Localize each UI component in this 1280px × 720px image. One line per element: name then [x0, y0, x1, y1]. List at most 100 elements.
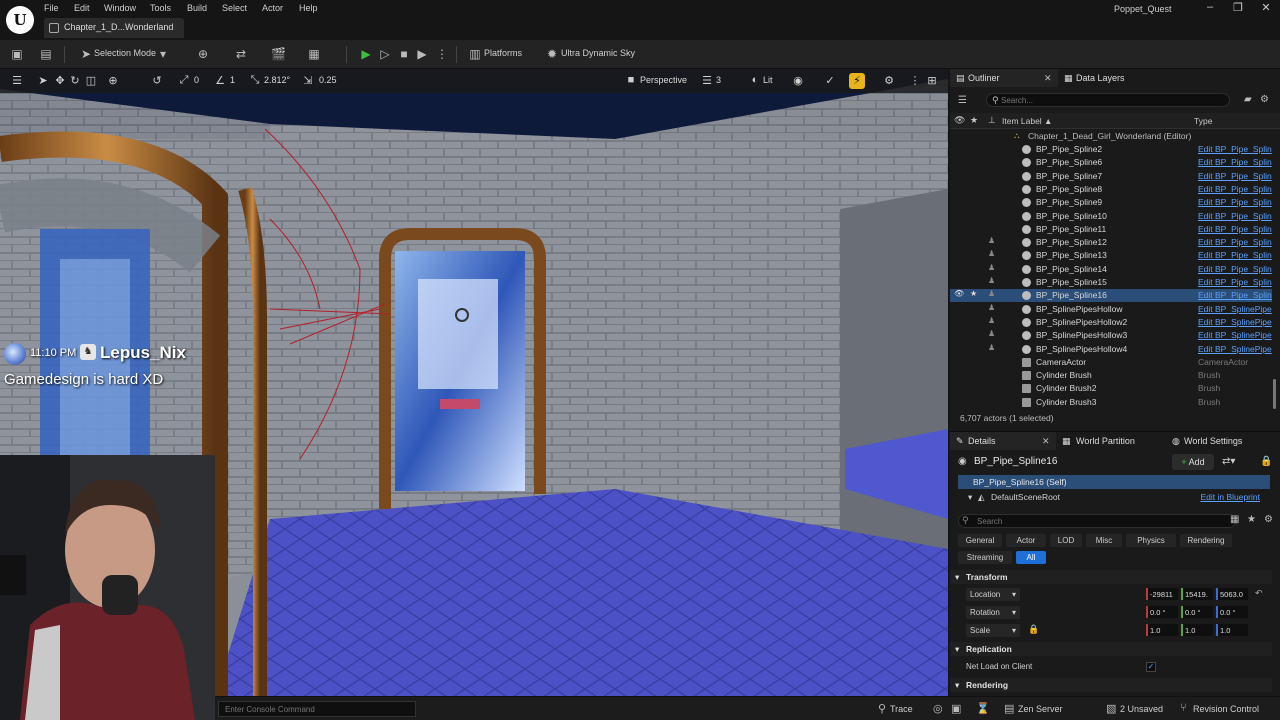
derived-data-icon[interactable]: ⌛ — [976, 702, 990, 715]
expand-arrow-icon[interactable]: ▾ — [955, 572, 959, 583]
edit-blueprint-link[interactable]: Edit BP_Pipe_Splin — [1198, 197, 1272, 207]
rotate-tool-icon[interactable]: ↻ — [68, 74, 82, 87]
filter-general[interactable]: General — [958, 534, 1002, 547]
grid-snap-value[interactable]: 0 — [194, 75, 199, 85]
edit-blueprint-link[interactable]: Edit BP_Pipe_Splin — [1198, 237, 1272, 247]
rendering-category[interactable]: ▾ Rendering — [950, 678, 1272, 692]
close-icon[interactable]: ✕ — [1044, 73, 1052, 84]
build-icon[interactable]: ▦ — [307, 47, 321, 61]
realtime-icon[interactable]: ✓ — [823, 74, 837, 87]
outliner-row[interactable]: BP_Pipe_Spline6 Edit BP_Pipe_Splin — [950, 156, 1272, 169]
menu-help[interactable]: Help — [299, 3, 318, 13]
menu-actor[interactable]: Actor — [262, 3, 283, 13]
show-flags-icon[interactable]: ◉ — [791, 74, 805, 87]
outliner-row[interactable]: CameraActor CameraActor — [950, 356, 1272, 369]
filter-streaming[interactable]: Streaming — [958, 551, 1012, 564]
more-options-icon[interactable]: ⋮ — [435, 47, 449, 61]
scale-snap-icon[interactable]: ⤡ — [248, 74, 262, 87]
outliner-search-input[interactable] — [986, 93, 1230, 107]
location-y-field[interactable]: 15419. — [1181, 588, 1213, 600]
scale-tool-icon[interactable]: ◫ — [84, 74, 98, 87]
edit-blueprint-link[interactable]: Edit BP_Pipe_Splin — [1198, 211, 1272, 221]
tab-data-layers[interactable]: ▦ Data Layers — [1060, 69, 1160, 87]
menu-edit[interactable]: Edit — [74, 3, 90, 13]
minimize-icon[interactable]: – — [1202, 1, 1218, 13]
outliner-row[interactable]: Cylinder Brush Brush — [950, 369, 1272, 382]
outliner-row[interactable]: ♟ BP_Pipe_Spline15 Edit BP_Pipe_Splin — [950, 276, 1272, 289]
maximize-icon[interactable]: ❐ — [1230, 1, 1246, 14]
outliner-row[interactable]: ♟ BP_Pipe_Spline12 Edit BP_Pipe_Splin — [950, 236, 1272, 249]
blueprint-options-icon[interactable]: ⇄▾ — [1222, 456, 1235, 467]
menu-window[interactable]: Window — [104, 3, 136, 13]
trace-button[interactable]: Trace — [890, 704, 913, 714]
visibility-column-icon[interactable]: 👁 — [954, 115, 965, 126]
pin-icon[interactable]: ♟ — [988, 289, 995, 298]
unsaved-button[interactable]: 2 Unsaved — [1120, 704, 1163, 714]
record-icon[interactable]: ◎ — [933, 702, 943, 715]
surface-snap-icon[interactable]: ↺ — [150, 74, 164, 87]
edit-blueprint-link[interactable]: Edit BP_Pipe_Splin — [1198, 250, 1272, 260]
close-icon[interactable]: ✕ — [1042, 436, 1050, 447]
outliner-row[interactable]: BP_Pipe_Spline8 Edit BP_Pipe_Splin — [950, 183, 1272, 196]
viewport-layout-icon[interactable]: ⊞ — [925, 74, 939, 87]
filter-lod[interactable]: LOD — [1050, 534, 1082, 547]
expand-arrow-icon[interactable]: ▾ — [955, 644, 959, 655]
location-z-field[interactable]: 5063.0 — [1216, 588, 1248, 600]
rotation-z-field[interactable]: 0.0 ° — [1216, 606, 1248, 618]
layers-icon[interactable]: ☰ — [700, 74, 714, 87]
favorites-icon[interactable]: ★ — [1247, 514, 1256, 525]
edit-blueprint-link[interactable]: Edit BP_Pipe_Splin — [1198, 171, 1272, 181]
outliner-scrollbar[interactable] — [1273, 379, 1276, 409]
scale-snap-value[interactable]: 2.812° — [264, 75, 290, 85]
viewport-settings-icon[interactable]: ⚙ — [882, 74, 896, 87]
ultra-dynamic-sky-button[interactable]: Ultra Dynamic Sky — [561, 48, 635, 58]
rotation-x-field[interactable]: 0.0 ° — [1146, 606, 1178, 618]
outliner-row[interactable]: ♟ BP_SplinePipesHollow3 Edit BP_SplinePipe — [950, 329, 1272, 342]
rotation-snap-icon[interactable]: ∠ — [213, 74, 227, 87]
outliner-row[interactable]: ♟ BP_Pipe_Spline14 Edit BP_Pipe_Splin — [950, 263, 1272, 276]
add-actor-icon[interactable]: ⊕ — [196, 47, 210, 61]
unreal-logo-icon[interactable]: U — [6, 6, 34, 34]
grid-snap-icon[interactable]: ⤢ — [177, 74, 191, 87]
pin-icon[interactable]: ♟ — [988, 249, 995, 258]
edit-blueprint-link[interactable]: Edit BP_Pipe_Splin — [1198, 184, 1272, 194]
translate-tool-icon[interactable]: ✥ — [53, 74, 67, 87]
outliner-row[interactable]: Cylinder Brush2 Brush — [950, 382, 1272, 395]
camera-speed-value[interactable]: 0.25 — [319, 75, 337, 85]
pin-icon[interactable]: ♟ — [988, 343, 995, 352]
launch-icon[interactable]: ▶ — [415, 47, 429, 61]
edit-blueprint-link[interactable]: Edit BP_Pipe_Splin — [1198, 144, 1272, 154]
replication-category[interactable]: ▾ Replication — [950, 642, 1272, 656]
world-space-icon[interactable]: ⊕ — [106, 74, 120, 87]
menu-build[interactable]: Build — [187, 3, 207, 13]
filter-misc[interactable]: Misc — [1086, 534, 1122, 547]
item-label-column[interactable]: Item Label ▲ — [1002, 116, 1052, 126]
outliner-row[interactable]: BP_Pipe_Spline11 Edit BP_Pipe_Splin — [950, 223, 1272, 236]
save-icon[interactable]: ▣ — [10, 47, 24, 61]
outliner-root-row[interactable]: ⛬ Chapter_1_Dead_Girl_Wonderland (Editor… — [950, 130, 1272, 143]
edit-blueprint-link[interactable]: Edit BP_SplinePipe — [1198, 317, 1272, 327]
viewport-options-icon[interactable]: ⋮ — [908, 74, 922, 87]
lock-icon[interactable]: 🔒 — [1260, 456, 1272, 467]
edit-blueprint-link[interactable]: Edit BP_SplinePipe — [1198, 330, 1272, 340]
settings-icon[interactable]: ⚙ — [1260, 94, 1269, 105]
outliner-row[interactable]: ♟ BP_SplinePipesHollow Edit BP_SplinePipe — [950, 303, 1272, 316]
play-button[interactable]: ▶ — [359, 47, 373, 61]
expand-arrow-icon[interactable]: ▾ — [968, 492, 972, 503]
edit-blueprint-link[interactable]: Edit BP_Pipe_Splin — [1198, 290, 1272, 300]
content-browser-icon[interactable]: ▤ — [39, 47, 53, 61]
edit-blueprint-link[interactable]: Edit BP_Pipe_Splin — [1198, 264, 1272, 274]
scale-dropdown[interactable]: Scale ▾ — [966, 624, 1020, 637]
revision-control-button[interactable]: Revision Control — [1193, 704, 1259, 714]
stop-icon[interactable]: ■ — [397, 47, 411, 61]
zen-server-button[interactable]: Zen Server — [1018, 704, 1063, 714]
edit-blueprint-link[interactable]: Edit BP_Pipe_Splin — [1198, 157, 1272, 167]
pin-icon[interactable]: ♟ — [988, 303, 995, 312]
snapshot-icon[interactable]: ▣ — [951, 702, 961, 715]
layer-count[interactable]: 3 — [716, 75, 721, 85]
menu-tools[interactable]: Tools — [150, 3, 171, 13]
platforms-button[interactable]: Platforms — [484, 48, 522, 58]
favorite-icon[interactable]: ★ — [970, 289, 977, 298]
outliner-row[interactable]: BP_Pipe_Spline2 Edit BP_Pipe_Splin — [950, 143, 1272, 156]
pin-icon[interactable]: ♟ — [988, 276, 995, 285]
